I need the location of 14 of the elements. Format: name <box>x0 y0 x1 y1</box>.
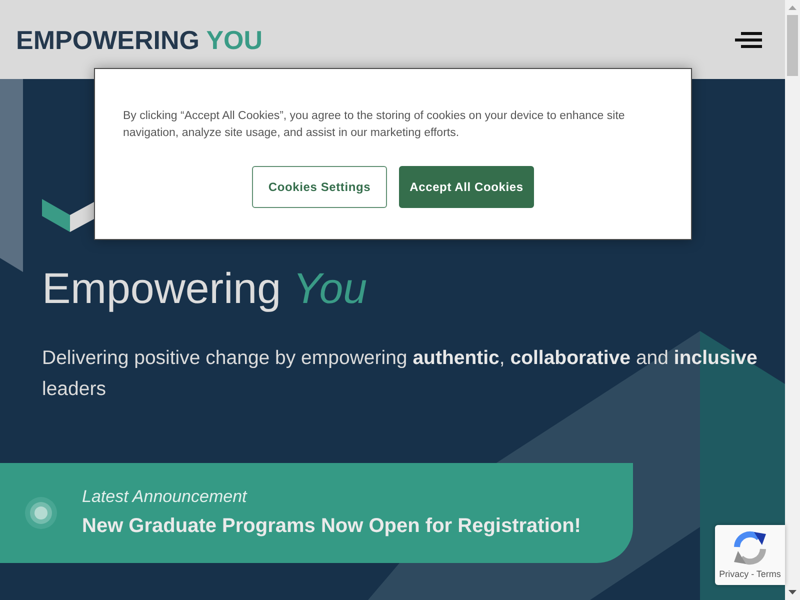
chevron-logo-icon <box>42 199 94 232</box>
scrollbar[interactable] <box>785 0 800 600</box>
circular-arrows-icon <box>732 530 768 566</box>
hero-heading: Empowering You <box>42 265 368 314</box>
announcement-label: Latest Announcement <box>82 486 247 508</box>
menu-icon[interactable] <box>735 32 762 48</box>
accept-cookies-button[interactable]: Accept All Cookies <box>399 166 534 208</box>
site-logo[interactable]: EMPOWERING YOU <box>16 24 263 54</box>
scrollbar-thumb[interactable] <box>787 15 798 76</box>
cookie-notice-text: By clicking “Accept All Cookies”, you agree to the storing of cookies on your device to enhance site navigation, analyze site usage, and assist in our marketing efforts. <box>123 109 626 141</box>
pulse-dot-icon <box>25 497 57 529</box>
privacy-terms-links[interactable]: Privacy - Terms <box>719 569 781 580</box>
cookie-settings-button[interactable]: Cookies Settings <box>252 166 387 208</box>
hero-subheading: Delivering positive change by empowering authentic, collaborative and inclusive leaders <box>42 346 758 402</box>
